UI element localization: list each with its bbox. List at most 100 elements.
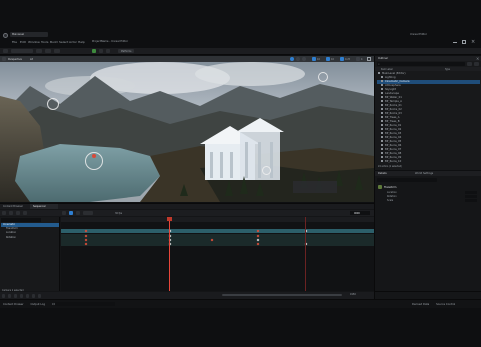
keyframe[interactable]: [84, 238, 88, 241]
editor-title: Unreal Editor: [410, 33, 427, 36]
rotate-icon[interactable]: [296, 57, 300, 61]
seq-frame-field[interactable]: [350, 211, 370, 215]
prev-frame-button[interactable]: [7, 294, 11, 298]
light-actor-icon[interactable]: [47, 98, 59, 110]
console-input[interactable]: [55, 302, 115, 306]
skip-button[interactable]: [98, 49, 103, 53]
sequencer-track[interactable]: Rotation: [1, 236, 59, 240]
jump-end-button[interactable]: [31, 294, 35, 298]
menu-tools[interactable]: Tools: [41, 40, 48, 44]
keyframe[interactable]: [84, 242, 88, 245]
minimize-icon[interactable]: [453, 42, 457, 43]
play-button[interactable]: [92, 49, 96, 53]
details-component-icon[interactable]: [378, 185, 382, 189]
sky-actor-icon[interactable]: [262, 166, 271, 175]
jump-start-button[interactable]: [2, 294, 5, 298]
sequencer-track[interactable]: Cinematic: [1, 223, 59, 227]
col-item-label[interactable]: Item Label: [381, 68, 393, 71]
scale-snap-value[interactable]: 0.25: [345, 58, 350, 61]
sequencer-tab[interactable]: Sequencer: [33, 205, 46, 208]
maximize-icon[interactable]: [462, 40, 466, 44]
menu-select[interactable]: Select: [59, 40, 68, 44]
stop-button[interactable]: [105, 49, 110, 53]
keyframe[interactable]: [256, 238, 260, 241]
loop-button[interactable]: [37, 294, 41, 298]
seq-settings-button[interactable]: [22, 211, 27, 215]
grid-snap-icon[interactable]: [312, 57, 316, 61]
sun-actor-icon[interactable]: [318, 72, 328, 82]
seq-key-button[interactable]: [62, 211, 66, 215]
keyframe[interactable]: [256, 242, 260, 245]
grid-snap-value[interactable]: 10: [317, 58, 320, 61]
maximize-viewport-icon[interactable]: [367, 57, 371, 61]
outliner-filter-icon[interactable]: [467, 62, 472, 66]
menu-build[interactable]: Build: [50, 40, 58, 44]
viewport-menu-icon[interactable]: [2, 57, 6, 61]
seq-render-button[interactable]: [15, 211, 20, 215]
close-icon[interactable]: ×: [471, 40, 475, 45]
seq-fps-button[interactable]: [82, 211, 93, 215]
content-drawer-button[interactable]: Content Drawer: [3, 303, 24, 306]
play-reverse-button[interactable]: [13, 294, 17, 298]
col-type[interactable]: Type: [445, 68, 450, 71]
outliner-close-icon[interactable]: ×: [476, 56, 479, 61]
menu-help[interactable]: Help: [78, 40, 85, 44]
menu-actor[interactable]: Actor: [69, 40, 77, 44]
menu-edit[interactable]: Edit: [20, 40, 26, 44]
lit-button[interactable]: Lit: [30, 58, 33, 61]
seq-find-button[interactable]: [8, 211, 13, 215]
camera-speed-icon[interactable]: [356, 57, 360, 61]
sequencer-track[interactable]: Location: [1, 231, 59, 235]
timeline[interactable]: [61, 217, 374, 291]
details-search[interactable]: [377, 178, 437, 182]
angle-snap-value[interactable]: 10: [331, 58, 334, 61]
blueprint-button[interactable]: [44, 49, 51, 53]
keyframe[interactable]: [256, 234, 260, 237]
keyframe[interactable]: [84, 234, 88, 237]
menu-file[interactable]: File: [12, 40, 17, 44]
derived-data-button[interactable]: Derived Data: [412, 303, 429, 306]
angle-snap-icon[interactable]: [326, 57, 330, 61]
location-field[interactable]: [465, 191, 477, 194]
translate-icon[interactable]: [290, 57, 294, 61]
seq-curve-button[interactable]: [75, 211, 80, 215]
add-actor-button[interactable]: [35, 49, 42, 53]
scale-field[interactable]: [465, 199, 477, 202]
keyframe[interactable]: [210, 238, 214, 241]
unreal-logo-icon[interactable]: [3, 33, 8, 38]
rotation-field[interactable]: [465, 195, 477, 198]
outliner-search[interactable]: ⌕: [377, 62, 465, 66]
seq-play-button[interactable]: [19, 294, 23, 298]
actor-icon: [381, 136, 383, 138]
perspective-button[interactable]: Perspective: [8, 58, 22, 61]
world-settings-tab[interactable]: World Settings: [415, 172, 433, 175]
outliner-item[interactable]: BP_Ruins_10: [377, 160, 480, 164]
mode-dropdown[interactable]: [10, 49, 33, 53]
next-frame-button[interactable]: [25, 294, 29, 298]
camera-speed-value[interactable]: 4: [361, 58, 362, 61]
keyframe[interactable]: [256, 229, 260, 232]
details-section[interactable]: Transform: [384, 186, 396, 189]
scale-icon[interactable]: [302, 57, 306, 61]
range-end-line[interactable]: [305, 217, 306, 291]
level-viewport[interactable]: Perspective Lit 10 10 0.25 4: [0, 56, 374, 202]
timeline-scrollbar[interactable]: [222, 294, 342, 296]
menu-window[interactable]: Window: [28, 40, 40, 44]
details-tab[interactable]: Details: [378, 172, 387, 175]
seq-save-button[interactable]: [2, 211, 6, 215]
source-control-button[interactable]: Source Control: [436, 303, 455, 306]
keyframe[interactable]: [84, 229, 88, 232]
sequencer-track[interactable]: Transform: [1, 227, 59, 231]
outliner-settings-icon[interactable]: [474, 62, 479, 66]
content-browser-tab[interactable]: Content Browser: [3, 205, 23, 208]
seq-snap-button[interactable]: [68, 211, 73, 215]
seq-fps[interactable]: 30 fps: [115, 212, 122, 215]
playhead[interactable]: [169, 217, 170, 291]
cinematics-button[interactable]: [53, 49, 60, 53]
track-search[interactable]: [1, 218, 41, 222]
playhead-handle[interactable]: [167, 217, 172, 221]
save-button[interactable]: [3, 49, 8, 53]
output-log-button[interactable]: Output Log: [31, 303, 45, 306]
outliner-tab[interactable]: Outliner: [378, 57, 388, 60]
scale-snap-icon[interactable]: [340, 57, 344, 61]
